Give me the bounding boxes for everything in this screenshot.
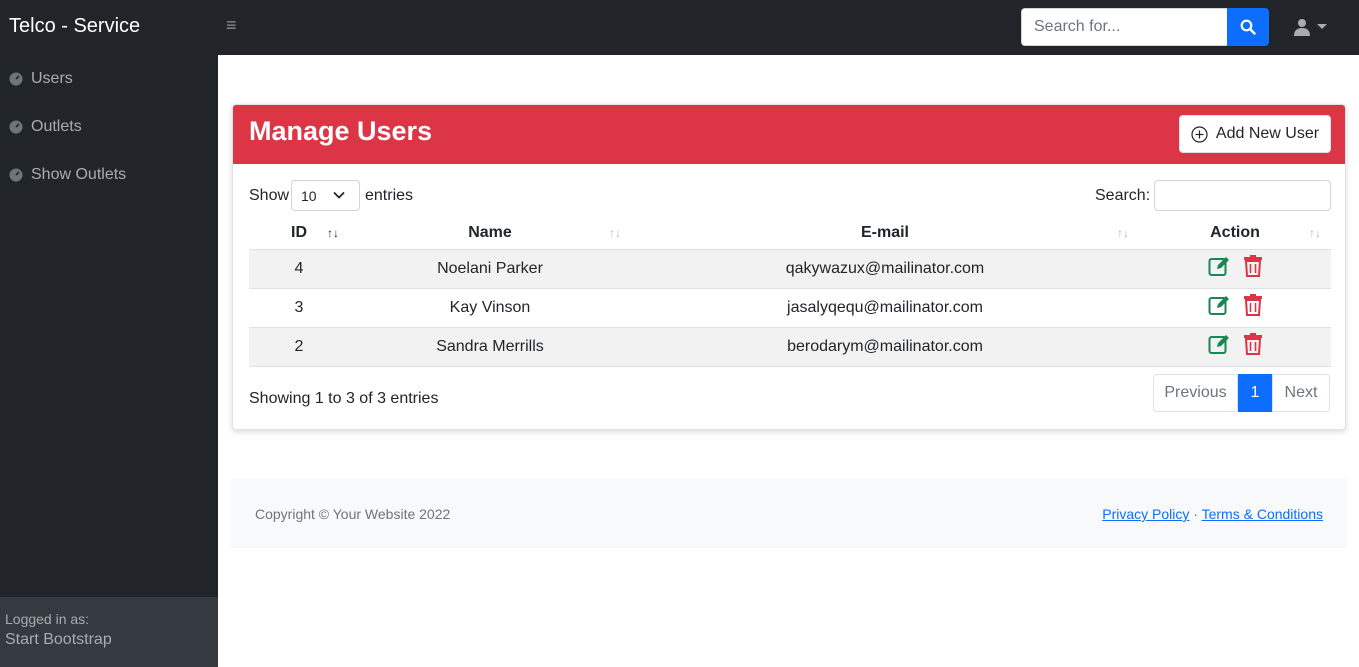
entries-length-select[interactable]: 10 — [291, 180, 360, 211]
user-icon — [1294, 19, 1310, 36]
sidebar-item-label: Outlets — [31, 118, 82, 135]
edit-icon[interactable] — [1208, 255, 1230, 277]
length-label-after: entries — [365, 187, 414, 204]
search-icon — [1240, 19, 1256, 35]
table-row: 3 Kay Vinson jasalyqequ@mailinator.com — [249, 288, 1331, 328]
footer-separator: · — [1193, 506, 1198, 522]
sidebar-item-label: Show Outlets — [31, 166, 127, 183]
column-header-id[interactable]: ID ↑↓ — [249, 217, 349, 250]
cell-name: Sandra Merrills — [349, 327, 631, 367]
chevron-down-icon — [333, 191, 345, 199]
logged-in-label: Logged in as: — [5, 611, 90, 627]
privacy-policy-link[interactable]: Privacy Policy — [1102, 506, 1189, 522]
dashboard-gauge-icon — [9, 168, 23, 182]
pagination: Previous 1 Next — [1153, 374, 1330, 412]
column-header-label: Name — [468, 223, 512, 241]
cell-actions — [1139, 288, 1331, 328]
table-search-label: Search: — [1095, 187, 1151, 204]
table-search-input[interactable] — [1154, 180, 1331, 211]
column-header-email[interactable]: E-mail ↑↓ — [631, 217, 1139, 250]
cell-email: qakywazux@mailinator.com — [631, 249, 1139, 289]
users-table: ID ↑↓ Name ↑↓ E-mail ↑↓ Action ↑↓ 4 Noelani … — [249, 217, 1331, 367]
plus-circle-icon — [1191, 125, 1208, 143]
sidebar-item-show-outlets[interactable]: Show Outlets — [0, 151, 218, 199]
column-header-name[interactable]: Name ↑↓ — [349, 217, 631, 250]
length-label-before: Show — [249, 187, 290, 204]
column-header-action[interactable]: Action ↑↓ — [1139, 217, 1331, 250]
brand-title[interactable]: Telco - Service — [9, 15, 140, 38]
cell-name: Kay Vinson — [349, 288, 631, 328]
sidebar: Users Outlets Show Outlets Logged in as:… — [0, 55, 218, 667]
table-info: Showing 1 to 3 of 3 entries — [249, 390, 439, 407]
user-dropdown[interactable] — [1293, 16, 1329, 38]
top-navbar: Telco - Service ≡ — [0, 0, 1359, 55]
table-row: 4 Noelani Parker qakywazux@mailinator.co… — [249, 249, 1331, 289]
pagination-next[interactable]: Next — [1272, 374, 1330, 412]
caret-down-icon — [1317, 24, 1327, 29]
sidebar-toggle-icon[interactable]: ≡ — [226, 16, 240, 34]
sort-icon: ↑↓ — [1117, 226, 1129, 240]
sort-icon: ↑↓ — [609, 226, 621, 240]
cell-id: 2 — [249, 327, 349, 367]
cell-email: jasalyqequ@mailinator.com — [631, 288, 1139, 328]
sidebar-footer: Logged in as: Start Bootstrap — [0, 597, 218, 667]
trash-icon[interactable] — [1243, 333, 1263, 355]
column-header-label: ID — [291, 223, 307, 241]
sidebar-item-users[interactable]: Users — [0, 55, 218, 103]
page-footer: Copyright © Your Website 2022 Privacy Po… — [231, 479, 1347, 548]
navbar-search — [1021, 8, 1269, 46]
cell-id: 4 — [249, 249, 349, 289]
add-new-user-label: Add New User — [1215, 125, 1320, 142]
column-header-label: Action — [1210, 223, 1260, 241]
table-row: 2 Sandra Merrills berodarym@mailinator.c… — [249, 327, 1331, 367]
trash-icon[interactable] — [1243, 294, 1263, 316]
add-new-user-button[interactable]: Add New User — [1179, 115, 1331, 153]
navbar-search-button[interactable] — [1227, 8, 1269, 46]
cell-actions — [1139, 249, 1331, 289]
edit-icon[interactable] — [1208, 333, 1230, 355]
manage-users-card: Manage Users Add New User Show 10 entrie… — [232, 104, 1346, 430]
page-title: Manage Users — [249, 116, 433, 146]
sort-icon: ↑↓ — [327, 226, 339, 240]
footer-links: Privacy Policy · Terms & Conditions — [1102, 506, 1323, 522]
dashboard-gauge-icon — [9, 72, 23, 86]
card-header: Manage Users Add New User — [233, 105, 1345, 164]
pagination-previous[interactable]: Previous — [1153, 374, 1238, 412]
cell-email: berodarym@mailinator.com — [631, 327, 1139, 367]
cell-id: 3 — [249, 288, 349, 328]
column-header-label: E-mail — [860, 223, 909, 241]
dashboard-gauge-icon — [9, 120, 23, 134]
terms-link[interactable]: Terms & Conditions — [1202, 506, 1323, 522]
pagination-page-1[interactable]: 1 — [1238, 374, 1272, 412]
edit-icon[interactable] — [1208, 294, 1230, 316]
sidebar-item-outlets[interactable]: Outlets — [0, 103, 218, 151]
entries-length-value: 10 — [301, 187, 317, 204]
copyright-text: Copyright © Your Website 2022 — [255, 506, 451, 522]
sidebar-item-label: Users — [31, 70, 73, 87]
logged-in-user: Start Bootstrap — [5, 631, 112, 648]
sort-icon: ↑↓ — [1309, 226, 1321, 240]
trash-icon[interactable] — [1243, 255, 1263, 277]
cell-actions — [1139, 327, 1331, 367]
cell-name: Noelani Parker — [349, 249, 631, 289]
navbar-search-input[interactable] — [1021, 8, 1227, 46]
